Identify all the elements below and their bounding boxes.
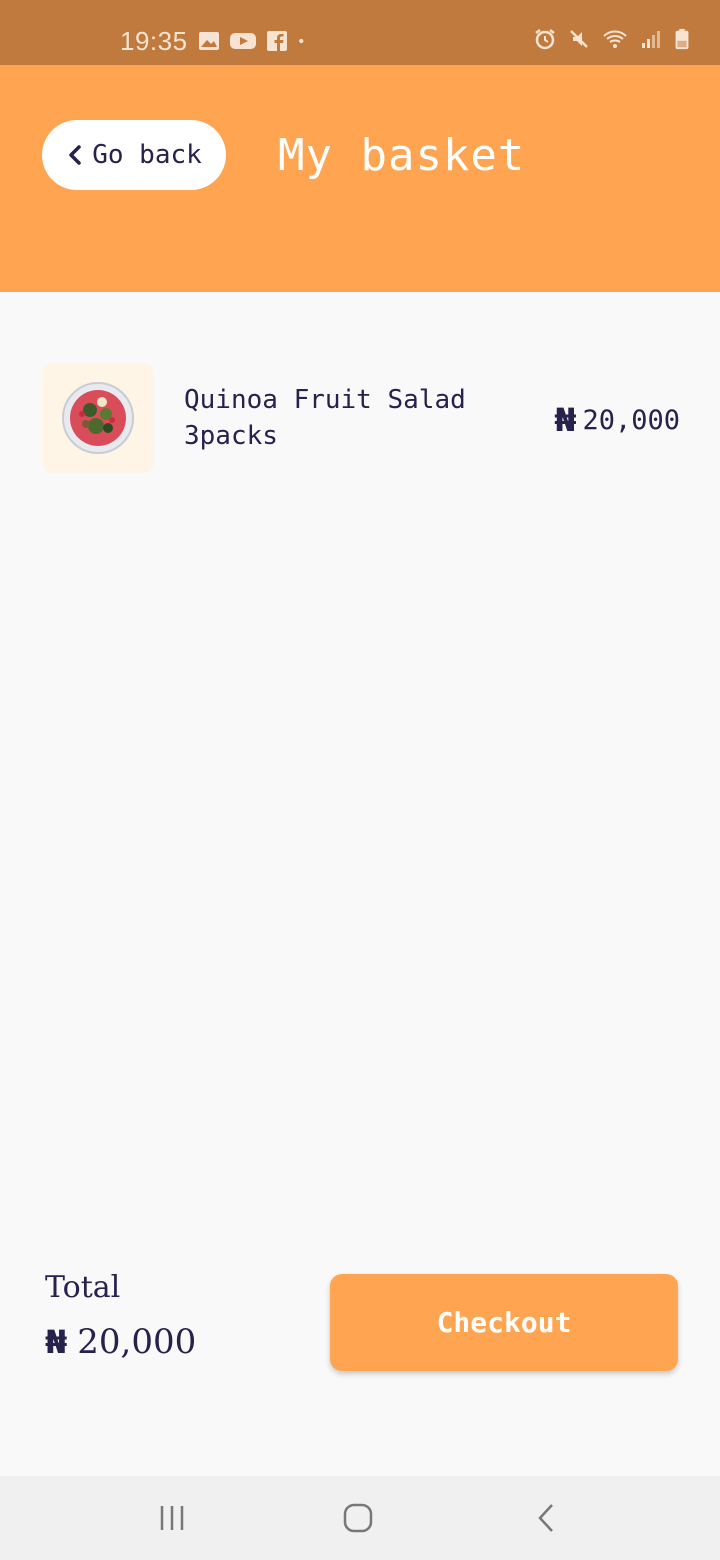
status-bar: 19:35	[0, 0, 720, 65]
status-icons-right	[534, 28, 690, 50]
basket-item[interactable]: Quinoa Fruit Salad 3packs ₦ 20,000	[42, 363, 682, 473]
status-time: 19:35	[120, 26, 188, 56]
back-button[interactable]	[486, 1476, 606, 1560]
go-back-button[interactable]: Go back	[42, 120, 226, 190]
recent-apps-icon	[160, 1506, 184, 1530]
total-value: ₦ 20,000	[45, 1322, 196, 1362]
home-button[interactable]	[298, 1476, 418, 1560]
item-thumbnail	[42, 363, 154, 473]
chevron-left-icon	[69, 145, 81, 165]
header: Go back My basket	[0, 65, 720, 292]
go-back-label: Go back	[92, 140, 202, 170]
fruit-salad-image	[62, 382, 134, 454]
item-name: Quinoa Fruit Salad	[184, 385, 466, 415]
item-price: ₦ 20,000	[554, 401, 680, 439]
back-chevron-icon	[538, 1504, 553, 1532]
facebook-icon	[267, 31, 287, 51]
item-price-value: 20,000	[582, 404, 680, 436]
gallery-icon	[199, 32, 219, 50]
dot-icon	[299, 38, 304, 44]
page-title: My basket	[278, 130, 526, 181]
naira-currency-icon: ₦	[45, 1323, 68, 1361]
checkout-button[interactable]: Checkout	[330, 1274, 678, 1371]
status-icons-left	[198, 30, 310, 52]
navigation-bar	[0, 1476, 720, 1560]
recent-apps-button[interactable]	[112, 1476, 232, 1560]
alarm-icon	[535, 29, 555, 50]
home-icon	[343, 1503, 373, 1533]
total-label: Total	[45, 1270, 121, 1305]
youtube-icon	[230, 33, 256, 49]
signal-icon	[642, 31, 660, 48]
battery-icon	[675, 28, 689, 50]
wifi-icon	[603, 30, 627, 48]
item-quantity: 3packs	[184, 421, 278, 451]
total-amount: 20,000	[77, 1322, 197, 1362]
naira-currency-icon: ₦	[554, 401, 577, 439]
mute-icon	[570, 30, 588, 48]
